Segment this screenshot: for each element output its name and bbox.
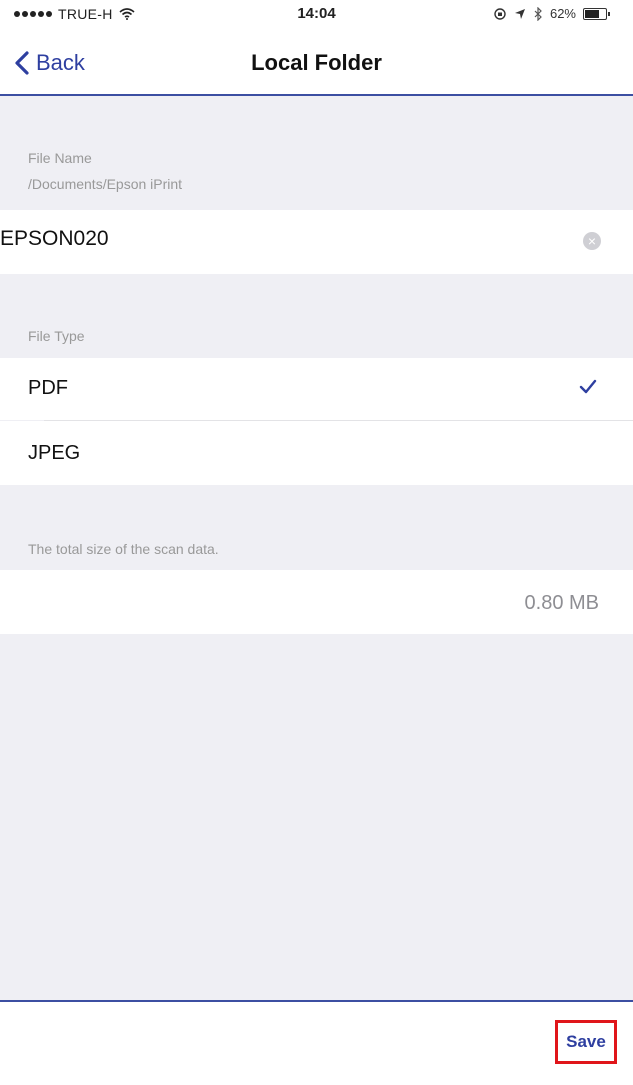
file-path-label: /Documents/Epson iPrint xyxy=(28,176,183,192)
scan-size-header: The total size of the scan data. xyxy=(28,541,219,557)
rotation-lock-icon xyxy=(494,7,506,20)
scan-size-row: 0.80 MB xyxy=(0,570,633,634)
file-type-option-jpeg[interactable]: JPEG xyxy=(0,421,633,485)
file-type-label: JPEG xyxy=(28,442,81,464)
status-right: 62% xyxy=(493,6,610,21)
battery-percent: 62% xyxy=(549,6,576,21)
file-name-field[interactable]: EPSON020 xyxy=(0,210,633,274)
clear-text-icon[interactable] xyxy=(583,232,601,250)
file-type-header: File Type xyxy=(28,328,85,344)
file-name-header: File Name xyxy=(28,150,92,166)
file-type-label: PDF xyxy=(28,377,68,399)
checkmark-icon xyxy=(579,379,597,394)
bluetooth-icon xyxy=(534,6,542,21)
scan-size-value: 0.80 MB xyxy=(524,592,599,614)
save-button[interactable]: Save xyxy=(555,1020,617,1064)
page-title: Local Folder xyxy=(251,50,382,75)
location-icon xyxy=(514,8,525,19)
bottom-toolbar: Save xyxy=(0,1000,633,1085)
file-name-input-value[interactable]: EPSON020 xyxy=(0,227,109,251)
battery-icon xyxy=(583,7,610,20)
status-bar: TRUE-H 14:04 62% xyxy=(0,0,633,30)
file-type-option-pdf[interactable]: PDF xyxy=(0,358,633,420)
navigation-bar: Back Local Folder xyxy=(0,30,633,96)
